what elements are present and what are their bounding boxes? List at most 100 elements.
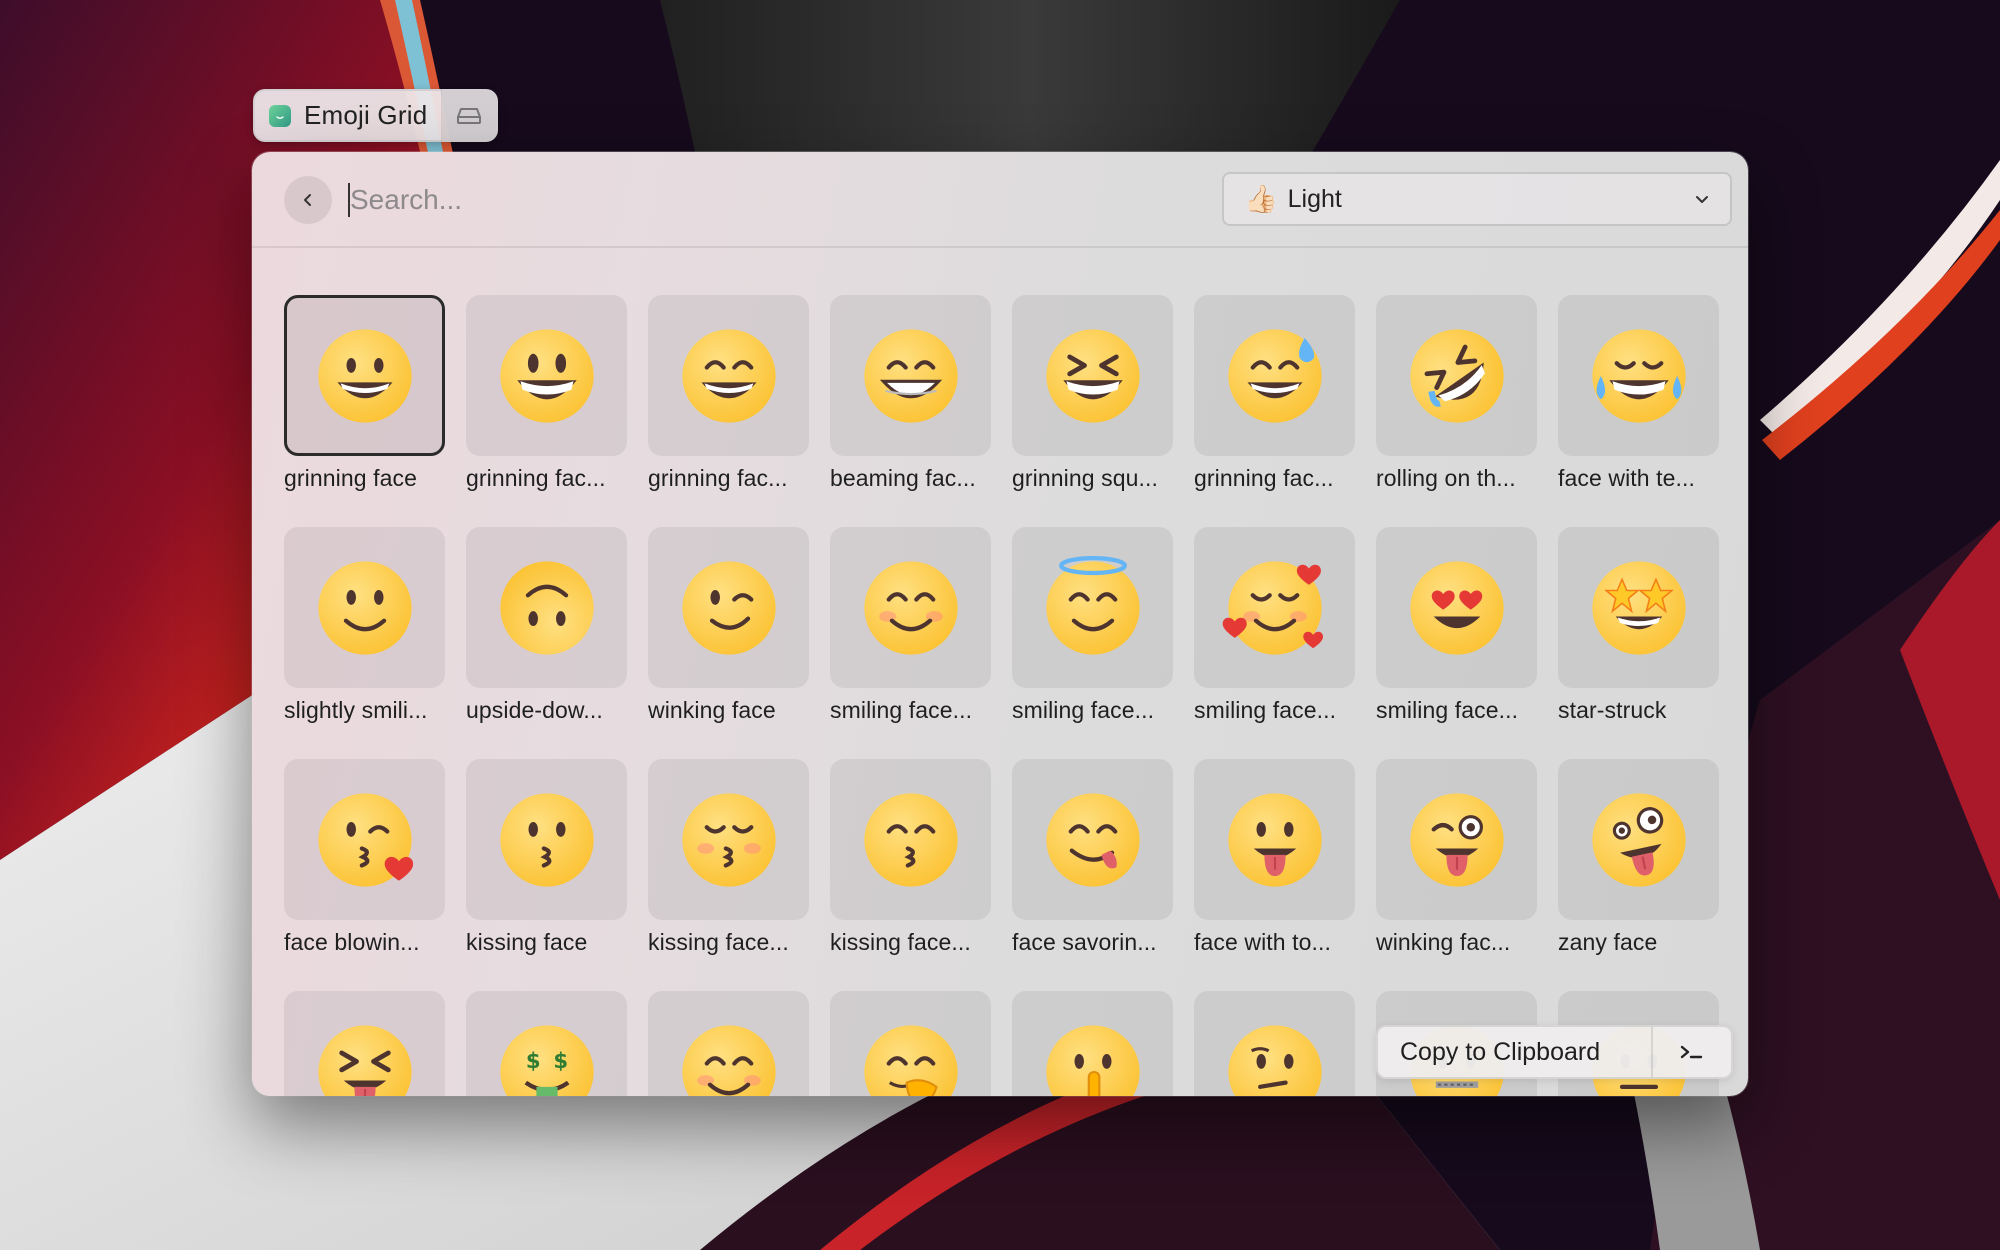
emoji-tile[interactable]: [830, 759, 991, 920]
emoji-cell[interactable]: kissing face...: [830, 759, 991, 956]
skin-tone-label: Light: [1287, 184, 1342, 213]
emoji-cell[interactable]: [830, 991, 991, 1096]
emoji-cell[interactable]: grinning fac...: [1194, 295, 1355, 492]
kissing-face-closed-eyes-icon: [681, 792, 776, 887]
emoji-label: upside-dow...: [466, 697, 603, 723]
emoji-tile[interactable]: [1012, 759, 1173, 920]
emoji-tile[interactable]: [1012, 295, 1173, 456]
emoji-cell[interactable]: rolling on th...: [1376, 295, 1537, 492]
emoji-cell[interactable]: kissing face...: [648, 759, 809, 956]
emoji-cell[interactable]: grinning face: [284, 295, 445, 492]
back-button[interactable]: [284, 176, 332, 224]
money-mouth-face-icon: $ $: [499, 1024, 594, 1096]
svg-text:$: $: [525, 1047, 540, 1072]
emoji-label: smiling face...: [1376, 697, 1519, 723]
emoji-tile[interactable]: [830, 295, 991, 456]
emoji-cell[interactable]: $ $: [466, 991, 627, 1096]
emoji-tile[interactable]: [830, 527, 991, 688]
emoji-tile-selected[interactable]: [284, 295, 445, 456]
smiling-face-smiling-eyes-icon: [863, 560, 958, 655]
emoji-tile[interactable]: [1194, 527, 1355, 688]
squinting-face-tongue-icon: [317, 1024, 412, 1096]
tray-button[interactable]: [442, 91, 496, 140]
emoji-tile[interactable]: [466, 759, 627, 920]
emoji-cell[interactable]: face with to...: [1194, 759, 1355, 956]
emoji-label: grinning squ...: [1012, 465, 1158, 491]
emoji-tile[interactable]: [284, 759, 445, 920]
winking-face-tongue-icon: [1409, 792, 1504, 887]
tray-icon: [457, 107, 481, 124]
grinning-face-smiling-eyes-icon: [681, 328, 776, 423]
emoji-cell[interactable]: kissing face: [466, 759, 627, 956]
search-bar: 👍🏻 Light: [252, 152, 1748, 248]
emoji-tile[interactable]: [466, 295, 627, 456]
emoji-tile[interactable]: [1194, 759, 1355, 920]
emoji-tile[interactable]: [830, 991, 991, 1096]
emoji-tile[interactable]: [1558, 295, 1719, 456]
skin-tone-dropdown[interactable]: 👍🏻 Light: [1222, 172, 1732, 226]
emoji-tile[interactable]: [648, 991, 809, 1096]
emoji-tile[interactable]: [1012, 991, 1173, 1096]
emoji-cell[interactable]: face with te...: [1558, 295, 1719, 492]
emoji-cell[interactable]: smiling face...: [1376, 527, 1537, 724]
emoji-tile[interactable]: [648, 527, 809, 688]
emoji-tile[interactable]: [1194, 991, 1355, 1096]
emoji-cell[interactable]: smiling face...: [830, 527, 991, 724]
emoji-label: rolling on th...: [1376, 465, 1516, 491]
emoji-tile[interactable]: [1194, 295, 1355, 456]
emoji-cell[interactable]: smiling face...: [1012, 527, 1173, 724]
rolling-on-floor-laughing-icon: [1409, 328, 1504, 423]
emoji-cell[interactable]: face blowin...: [284, 759, 445, 956]
emoji-cell[interactable]: star-struck: [1558, 527, 1719, 724]
copy-to-clipboard-button[interactable]: Copy to Clipboard: [1378, 1027, 1651, 1077]
emoji-cell[interactable]: grinning squ...: [1012, 295, 1173, 492]
thinking-face-icon: [1227, 1024, 1322, 1096]
emoji-tile[interactable]: [1376, 295, 1537, 456]
face-with-tongue-icon: [1227, 792, 1322, 887]
grinning-face-big-eyes-icon: [499, 328, 594, 423]
star-struck-icon: [1591, 560, 1686, 655]
emoji-label: grinning fac...: [1194, 465, 1334, 491]
upside-down-face-icon: [499, 560, 594, 655]
emoji-label: kissing face...: [648, 929, 789, 955]
face-hand-over-mouth-icon: [863, 1024, 958, 1096]
emoji-cell[interactable]: beaming fac...: [830, 295, 991, 492]
emoji-cell[interactable]: [1012, 991, 1173, 1096]
shushing-face-icon: [1045, 1024, 1140, 1096]
emoji-tile[interactable]: [1558, 759, 1719, 920]
emoji-cell[interactable]: [284, 991, 445, 1096]
grinning-face-icon: [317, 328, 412, 423]
emoji-cell[interactable]: grinning fac...: [466, 295, 627, 492]
emoji-cell[interactable]: [1194, 991, 1355, 1096]
emoji-cell[interactable]: grinning fac...: [648, 295, 809, 492]
chevron-left-icon: [304, 194, 311, 206]
emoji-app-icon: [269, 104, 291, 127]
emoji-label: smiling face...: [830, 697, 973, 723]
emoji-cell[interactable]: winking face: [648, 527, 809, 724]
search-input[interactable]: [350, 178, 950, 222]
emoji-label: smiling face...: [1012, 697, 1155, 723]
emoji-tile[interactable]: [284, 527, 445, 688]
emoji-tile[interactable]: [1012, 527, 1173, 688]
emoji-label: winking fac...: [1376, 929, 1511, 955]
emoji-cell[interactable]: winking fac...: [1376, 759, 1537, 956]
emoji-tile[interactable]: [284, 991, 445, 1096]
emoji-cell[interactable]: face savorin...: [1012, 759, 1173, 956]
emoji-tile[interactable]: [1376, 759, 1537, 920]
emoji-tile[interactable]: [648, 295, 809, 456]
emoji-tile[interactable]: [648, 759, 809, 920]
emoji-tile[interactable]: [466, 527, 627, 688]
emoji-cell[interactable]: smiling face...: [1194, 527, 1355, 724]
terminal-button[interactable]: [1651, 1027, 1731, 1077]
emoji-label: smiling face...: [1194, 697, 1337, 723]
emoji-tile[interactable]: [1376, 527, 1537, 688]
emoji-tile[interactable]: $ $: [466, 991, 627, 1096]
emoji-tile[interactable]: [1558, 527, 1719, 688]
emoji-cell[interactable]: slightly smili...: [284, 527, 445, 724]
emoji-cell[interactable]: upside-dow...: [466, 527, 627, 724]
emoji-cell[interactable]: zany face: [1558, 759, 1719, 956]
smiling-face-open-hands-icon: [681, 1024, 776, 1096]
emoji-label: beaming fac...: [830, 465, 976, 491]
emoji-cell[interactable]: [648, 991, 809, 1096]
terminal-icon: [1680, 1045, 1703, 1059]
